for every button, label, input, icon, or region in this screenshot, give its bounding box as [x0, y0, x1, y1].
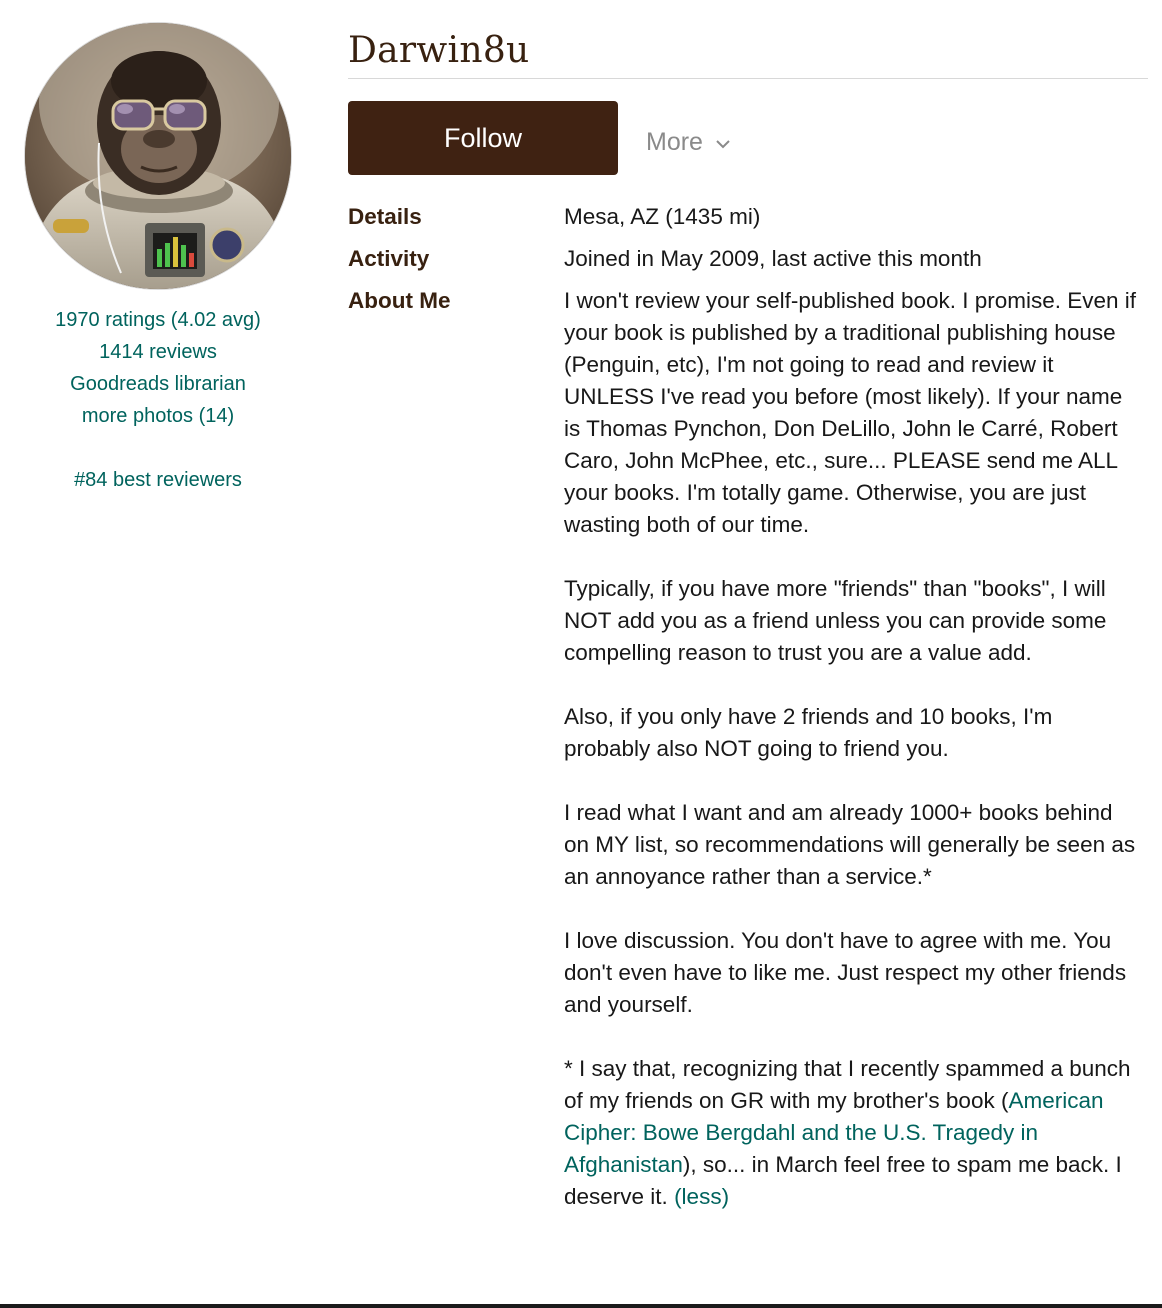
about-paragraph: I read what I want and am already 1000+ …	[564, 800, 1136, 889]
profile-stats: 1970 ratings (4.02 avg) 1414 reviews Goo…	[24, 304, 292, 496]
about-label: About Me	[348, 288, 451, 313]
more-photos-link[interactable]: more photos (14)	[24, 400, 292, 432]
profile-main: Darwin8u Follow More Details Mesa, AZ (1…	[348, 26, 1148, 1213]
more-dropdown[interactable]: More	[646, 128, 731, 157]
reviews-link[interactable]: 1414 reviews	[24, 336, 292, 368]
profile-actions: Follow More	[348, 101, 1148, 175]
bottom-border	[0, 1304, 1162, 1308]
astronaut-chimp-image	[25, 23, 291, 289]
ratings-link[interactable]: 1970 ratings (4.02 avg)	[24, 304, 292, 336]
activity-value: Joined in May 2009, last active this mon…	[564, 246, 982, 271]
less-toggle-link[interactable]: (less)	[674, 1184, 729, 1209]
details-label: Details	[348, 204, 422, 229]
about-text: I won't review your self-published book.…	[564, 285, 1148, 1213]
about-row: About Me I won't review your self-publis…	[348, 285, 1148, 1213]
profile-avatar[interactable]	[24, 22, 292, 290]
location-value: Mesa, AZ (1435 mi)	[564, 204, 761, 229]
about-paragraph: * I say that, recognizing that I recentl…	[564, 1053, 1138, 1213]
about-paragraph: I won't review your self-published book.…	[564, 288, 1137, 537]
details-row: Details Mesa, AZ (1435 mi)	[348, 201, 1148, 233]
more-label: More	[646, 127, 703, 156]
about-paragraph: Typically, if you have more "friends" th…	[564, 576, 1107, 665]
chevron-down-icon	[715, 127, 731, 156]
follow-button[interactable]: Follow	[348, 101, 618, 175]
about-paragraph: Also, if you only have 2 friends and 10 …	[564, 704, 1053, 761]
profile-details: Details Mesa, AZ (1435 mi) Activity Join…	[348, 201, 1148, 1213]
about-paragraph: I love discussion. You don't have to agr…	[564, 928, 1127, 1017]
librarian-link[interactable]: Goodreads librarian	[24, 368, 292, 400]
activity-label: Activity	[348, 246, 430, 271]
activity-row: Activity Joined in May 2009, last active…	[348, 243, 1148, 275]
profile-name: Darwin8u	[348, 26, 1148, 79]
best-reviewers-rank-link[interactable]: #84 best reviewers	[24, 464, 292, 496]
profile-sidebar: 1970 ratings (4.02 avg) 1414 reviews Goo…	[24, 22, 292, 496]
